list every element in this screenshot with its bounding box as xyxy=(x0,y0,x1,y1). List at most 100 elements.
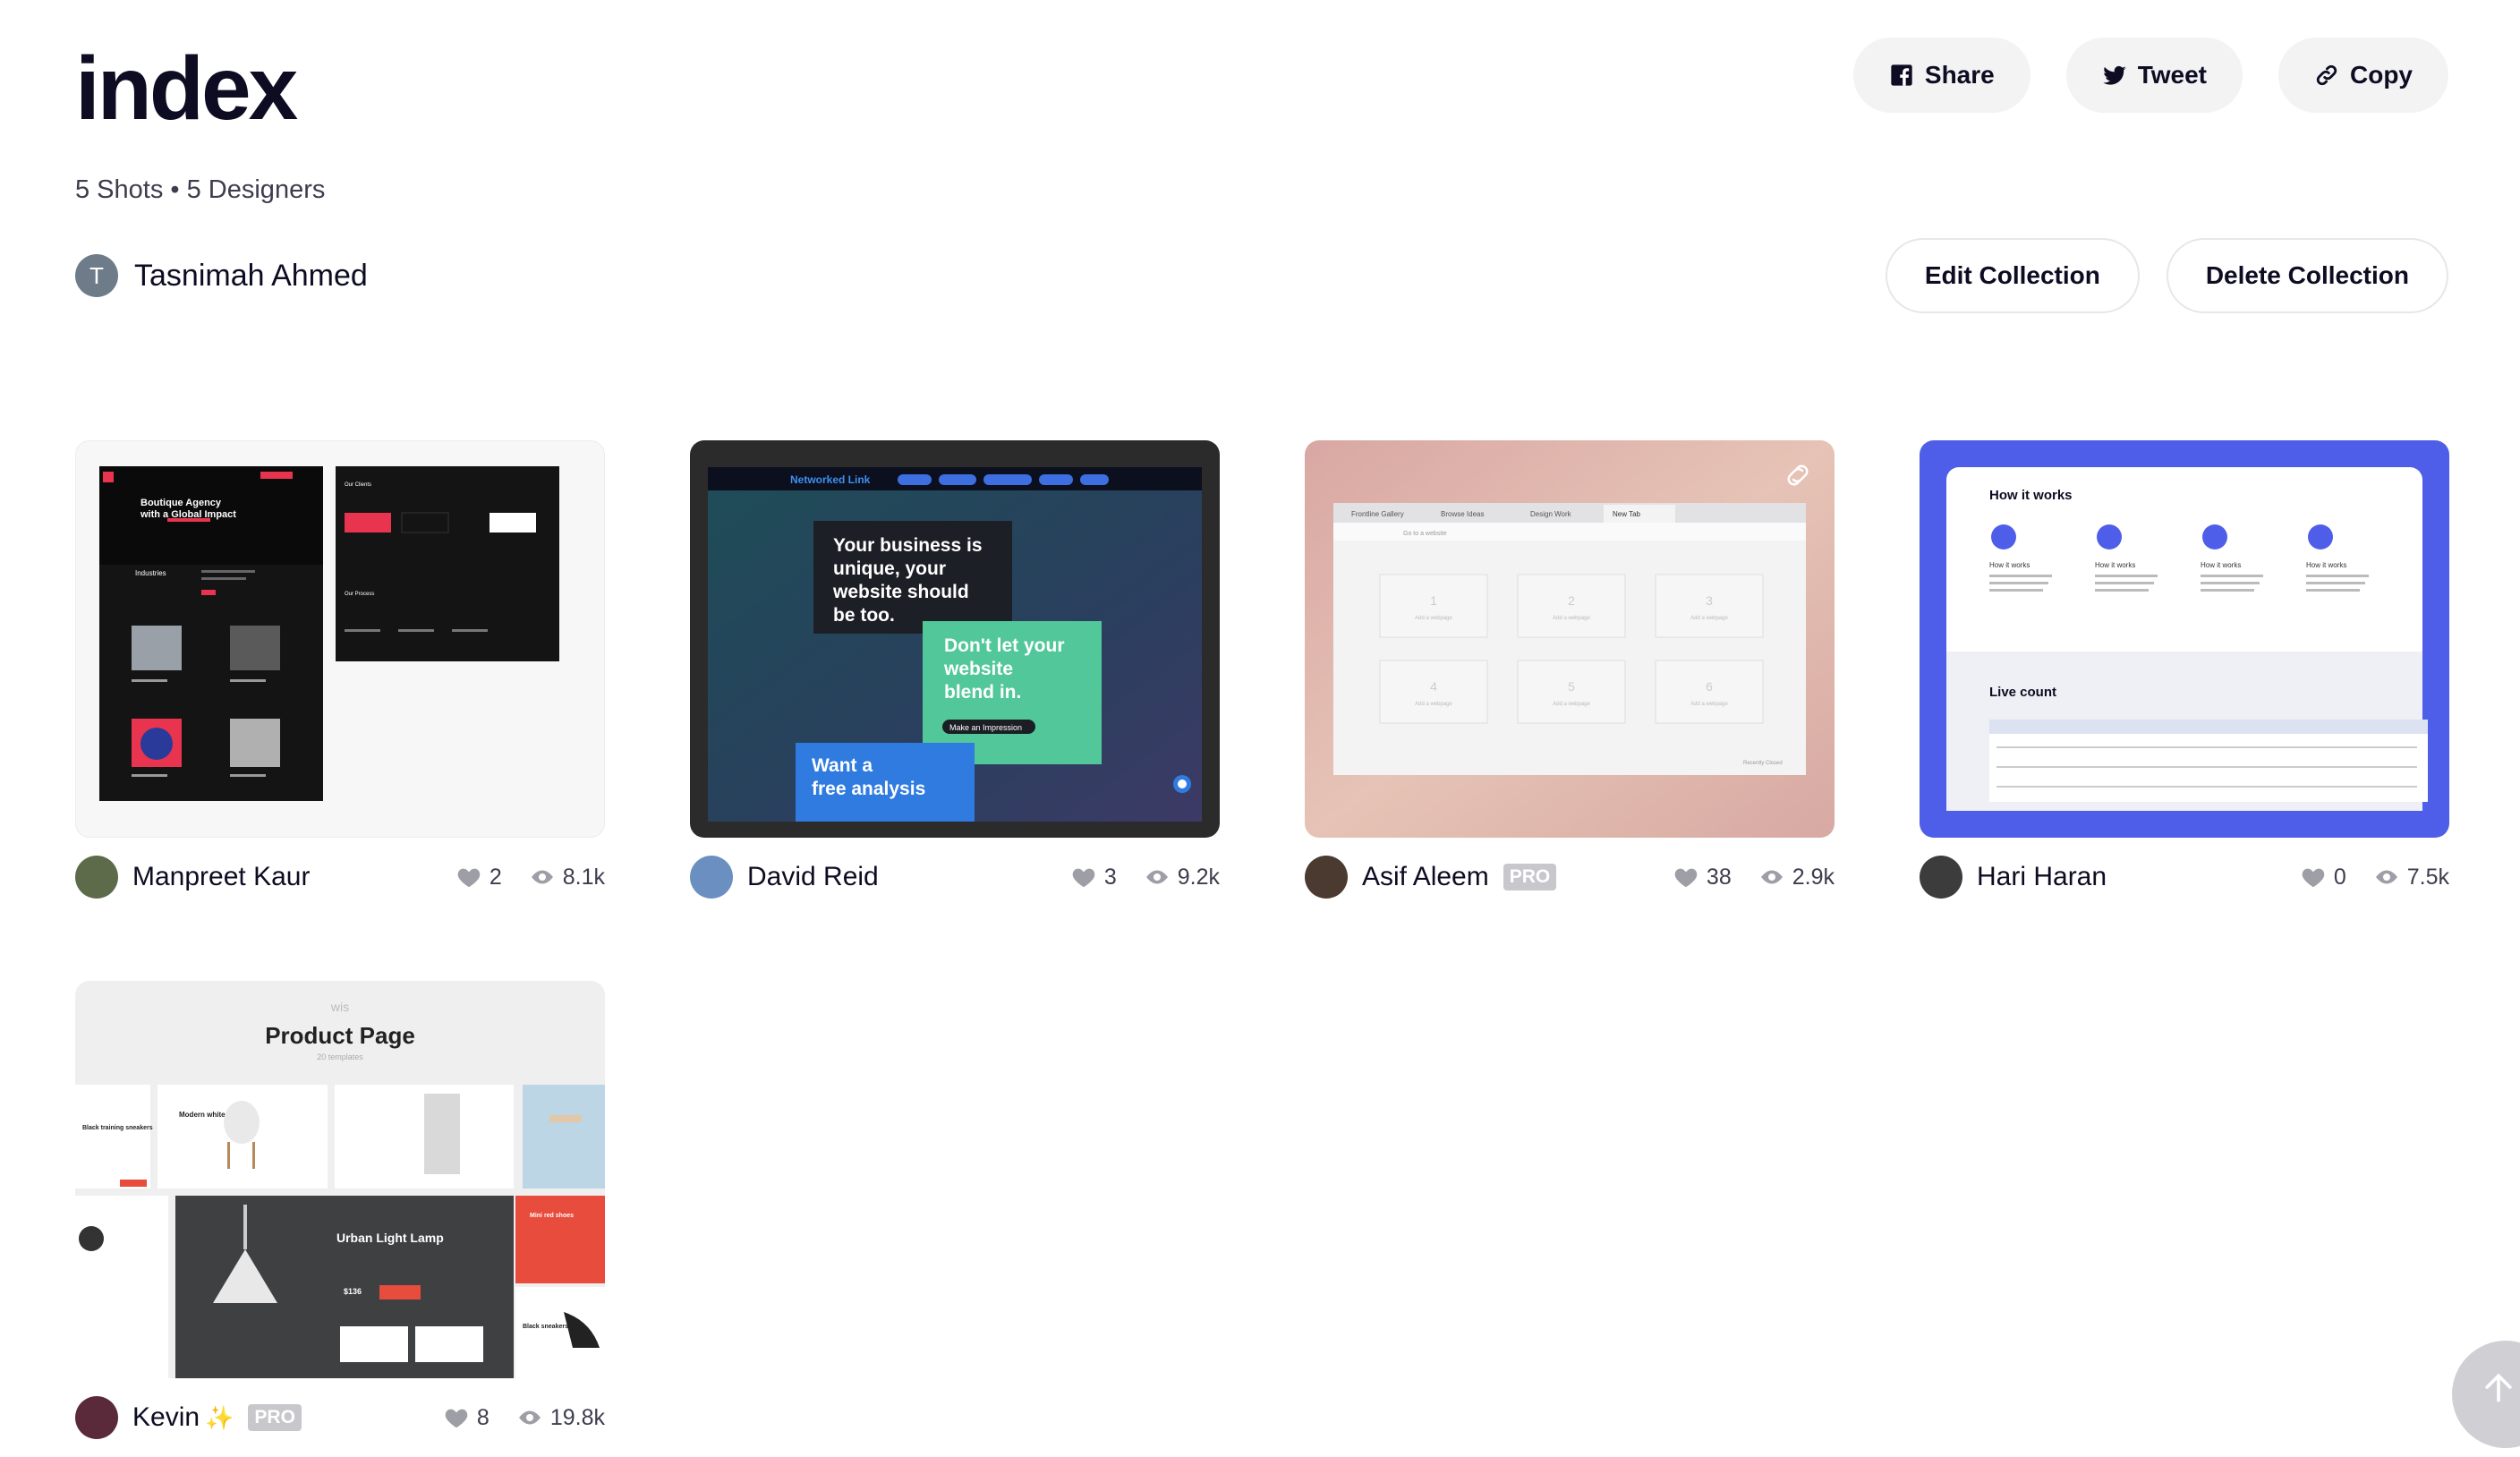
thumb-subtitle: 20 templates xyxy=(317,1052,363,1061)
heart-icon[interactable] xyxy=(2300,864,2327,890)
like-count: 2 xyxy=(489,864,502,890)
thumb-sneakers: Black training sneakers xyxy=(82,1125,153,1131)
eye-icon xyxy=(531,870,553,884)
facebook-icon xyxy=(1891,64,1912,86)
like-count: 8 xyxy=(476,1404,490,1430)
shot-thumbnail[interactable]: Boutique Agency with a Global Impact Ind… xyxy=(75,440,605,838)
copy-link-button[interactable]: Copy xyxy=(2278,38,2448,113)
view-count: 19.8k xyxy=(549,1404,605,1430)
collection-owner[interactable]: T Tasnimah Ahmed xyxy=(75,254,368,297)
thumb-cta: Make an Impression xyxy=(949,723,1022,732)
eye-icon xyxy=(1760,870,1783,884)
designer-avatar[interactable] xyxy=(1920,856,1962,899)
thumb-step: How it works xyxy=(2306,561,2346,569)
thumb-recently-closed: Recently Closed xyxy=(1743,761,1783,766)
link-icon xyxy=(2316,64,2337,86)
copy-label: Copy xyxy=(2350,61,2413,89)
designer-name[interactable]: Manpreet Kaur xyxy=(132,862,310,892)
twitter-icon xyxy=(2102,65,2126,85)
thumb-section-process: Our Process xyxy=(345,592,374,597)
designer-avatar[interactable] xyxy=(75,1396,118,1439)
thumb-section-clients: Our Clients xyxy=(345,482,371,488)
thumb-slot-label: Add a webpage xyxy=(1553,702,1590,707)
thumb-tab-4: New Tab xyxy=(1613,510,1641,518)
collection-title: index xyxy=(75,38,298,139)
thumb-tab-3: Design Work xyxy=(1530,510,1572,518)
share-label: Share xyxy=(1924,61,1995,89)
shot-card[interactable]: Frontline Gallery Browse Ideas Design Wo… xyxy=(1305,440,1835,904)
collection-actions: Edit Collection Delete Collection xyxy=(1885,238,2448,313)
thumb-step: How it works xyxy=(2201,561,2241,569)
share-facebook-button[interactable]: Share xyxy=(1852,38,2030,113)
shot-preview-graphic: How it works How it works How it works H… xyxy=(1946,467,2428,811)
designer-name[interactable]: Asif Aleem xyxy=(1362,862,1489,892)
shot-preview-graphic: Networked Link Your business is unique, … xyxy=(708,467,1202,822)
designer-name[interactable]: Kevin xyxy=(132,1402,200,1433)
thumb-slot: 6 xyxy=(1706,679,1713,694)
thumb-slot-label: Add a webpage xyxy=(1415,702,1452,707)
thumb-step: How it works xyxy=(1989,561,2030,569)
eye-icon xyxy=(518,1410,541,1425)
view-count: 8.1k xyxy=(562,864,605,890)
thumb-live-count: Live count xyxy=(1989,685,2056,700)
thumb-title: Product Page xyxy=(265,1022,415,1049)
heart-icon[interactable] xyxy=(1070,864,1097,890)
edit-collection-button[interactable]: Edit Collection xyxy=(1885,238,2140,313)
shot-preview-graphic: Boutique Agency with a Global Impact Ind… xyxy=(99,466,559,801)
owner-avatar[interactable]: T xyxy=(75,254,118,297)
thumb-black-shoes: Black sneakers xyxy=(523,1324,568,1330)
eye-icon xyxy=(2375,870,2397,884)
designer-name[interactable]: David Reid xyxy=(747,862,879,892)
thumb-step: How it works xyxy=(2095,561,2135,569)
designer-name[interactable]: Hari Haran xyxy=(1977,862,2107,892)
shot-thumbnail[interactable]: Networked Link Your business is unique, … xyxy=(690,440,1220,838)
tweet-button[interactable]: Tweet xyxy=(2065,38,2243,113)
thumb-price: $136 xyxy=(344,1287,362,1296)
thumb-lamp-title: Urban Light Lamp xyxy=(336,1231,444,1245)
sparkle-icon: ✨ xyxy=(205,1403,234,1431)
shot-thumbnail[interactable]: wis Product Page 20 templates Black trai… xyxy=(75,981,605,1378)
shot-card[interactable]: How it works How it works How it works H… xyxy=(1920,440,2449,904)
thumb-slot: 5 xyxy=(1568,679,1575,694)
pro-badge: PRO xyxy=(1503,864,1557,890)
shot-preview-graphic: wis Product Page 20 templates Black trai… xyxy=(75,1000,605,1378)
like-count: 38 xyxy=(1706,864,1732,890)
thumb-section-industries: Industries xyxy=(135,569,166,577)
thumb-heading: How it works xyxy=(1989,488,2073,503)
shot-thumbnail[interactable]: How it works How it works How it works H… xyxy=(1920,440,2449,838)
view-count: 9.2k xyxy=(1177,864,1220,890)
like-count: 0 xyxy=(2333,864,2346,890)
thumb-slot-label: Add a webpage xyxy=(1415,616,1452,621)
share-buttons: Share Tweet Copy xyxy=(1852,38,2448,113)
designer-avatar[interactable] xyxy=(75,856,118,899)
eye-icon xyxy=(1145,870,1168,884)
thumb-tab-1: Frontline Gallery xyxy=(1351,510,1404,518)
shot-card[interactable]: wis Product Page 20 templates Black trai… xyxy=(75,981,605,1444)
thumb-brand: wis xyxy=(330,1000,349,1014)
pro-badge: PRO xyxy=(248,1404,302,1431)
shot-card[interactable]: Boutique Agency with a Global Impact Ind… xyxy=(75,440,605,904)
shot-card[interactable]: Networked Link Your business is unique, … xyxy=(690,440,1220,904)
heart-icon[interactable] xyxy=(455,864,482,890)
heart-icon[interactable] xyxy=(443,1404,470,1431)
owner-name[interactable]: Tasnimah Ahmed xyxy=(134,259,368,294)
thumb-red-shoes: Mini red shoes xyxy=(530,1213,574,1219)
designer-avatar[interactable] xyxy=(690,856,733,899)
thumb-slot-label: Add a webpage xyxy=(1690,616,1728,621)
thumb-slot: 4 xyxy=(1430,679,1437,694)
view-count: 7.5k xyxy=(2406,864,2449,890)
thumb-slot: 2 xyxy=(1568,593,1575,608)
thumb-headline: Boutique Agency with a Global Impact xyxy=(140,498,236,520)
heart-icon[interactable] xyxy=(1673,864,1699,890)
thumb-slot-label: Add a webpage xyxy=(1690,702,1728,707)
thumb-tab-2: Browse Ideas xyxy=(1441,510,1484,518)
like-count: 3 xyxy=(1103,864,1117,890)
delete-collection-button[interactable]: Delete Collection xyxy=(2166,238,2448,313)
arrow-up-icon xyxy=(2485,1373,2512,1402)
scroll-to-top-button[interactable] xyxy=(2452,1341,2520,1448)
view-count: 2.9k xyxy=(1792,864,1835,890)
thumb-brand: Networked Link xyxy=(790,473,871,486)
designer-avatar[interactable] xyxy=(1305,856,1348,899)
shot-preview-graphic: Frontline Gallery Browse Ideas Design Wo… xyxy=(1305,440,1835,838)
shot-thumbnail[interactable]: Frontline Gallery Browse Ideas Design Wo… xyxy=(1305,440,1835,838)
